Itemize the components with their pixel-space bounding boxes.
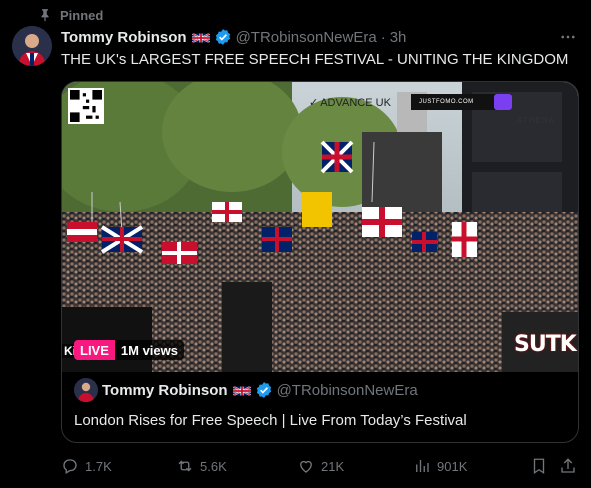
live-badge: LIVE 1M views	[74, 340, 184, 360]
like-button[interactable]: 21K	[297, 455, 344, 477]
tweet-time[interactable]: 3h	[390, 29, 407, 46]
quoted-author-name[interactable]: Tommy Robinson	[102, 382, 228, 399]
analytics-icon	[416, 460, 429, 472]
bookmark-button[interactable]	[530, 455, 548, 477]
verified-badge-icon[interactable]	[214, 28, 232, 46]
pinned-label: Pinned	[60, 7, 104, 23]
crowd-scene-image	[62, 82, 578, 372]
repost-icon	[178, 460, 192, 472]
pinned-indicator: Pinned	[38, 6, 103, 24]
reply-button[interactable]: 1.7K	[61, 455, 112, 477]
pin-icon	[41, 9, 49, 22]
reply-count: 1.7K	[85, 458, 112, 474]
quote-card[interactable]: ✓ ADVANCE UK JUSTFOMO.COM ATHENA SUTK Ki…	[61, 81, 579, 443]
repost-count: 5.6K	[200, 458, 227, 474]
live-label: LIVE	[74, 340, 115, 360]
qr-code-icon	[68, 88, 104, 124]
quoted-author-handle[interactable]: @TRobinsonNewEra	[277, 382, 418, 399]
view-count: 1M views	[114, 340, 184, 360]
quoted-post[interactable]: Tommy Robinson @TRobinsonNewEra London R…	[62, 372, 578, 442]
athena-logo: ATHENA	[517, 116, 555, 125]
repost-button[interactable]: 5.6K	[176, 455, 227, 477]
sutk-logo: SUTK	[514, 332, 577, 357]
views-count: 901K	[437, 458, 468, 474]
quoted-post-header: Tommy Robinson @TRobinsonNewEra	[74, 378, 418, 402]
share-icon	[561, 458, 575, 473]
advance-uk-logo: ✓ ADVANCE UK	[309, 96, 391, 110]
author-name[interactable]: Tommy Robinson	[61, 29, 187, 46]
quoted-author-avatar[interactable]	[74, 378, 98, 402]
tweet-text: THE UK's LARGEST FREE SPEECH FESTIVAL - …	[61, 51, 569, 68]
live-video[interactable]: ✓ ADVANCE UK JUSTFOMO.COM ATHENA SUTK Ki…	[62, 82, 578, 372]
advance-uk-text: ADVANCE UK	[320, 96, 391, 109]
views-button[interactable]: 901K	[413, 455, 467, 477]
check-mark-icon: ✓	[309, 97, 319, 109]
separator-dot: ·	[380, 28, 386, 46]
like-count: 21K	[321, 458, 345, 474]
action-bar: 1.7K 5.6K 21K 901K	[61, 455, 579, 477]
fomo-logo-icon	[494, 94, 512, 110]
share-button[interactable]	[559, 455, 577, 477]
more-options-icon[interactable]	[559, 28, 577, 46]
uk-flag-icon	[191, 31, 210, 43]
reply-icon	[63, 459, 77, 474]
quoted-post-text: London Rises for Free Speech | Live From…	[74, 412, 467, 429]
uk-flag-icon	[232, 384, 251, 396]
author-handle[interactable]: @TRobinsonNewEra	[236, 29, 377, 46]
bookmark-icon	[533, 458, 545, 475]
author-avatar[interactable]	[12, 26, 52, 66]
verified-badge-icon[interactable]	[255, 381, 273, 399]
heart-icon	[300, 460, 312, 473]
tweet-header: Tommy Robinson @TRobinsonNewEra · 3h	[61, 27, 579, 47]
